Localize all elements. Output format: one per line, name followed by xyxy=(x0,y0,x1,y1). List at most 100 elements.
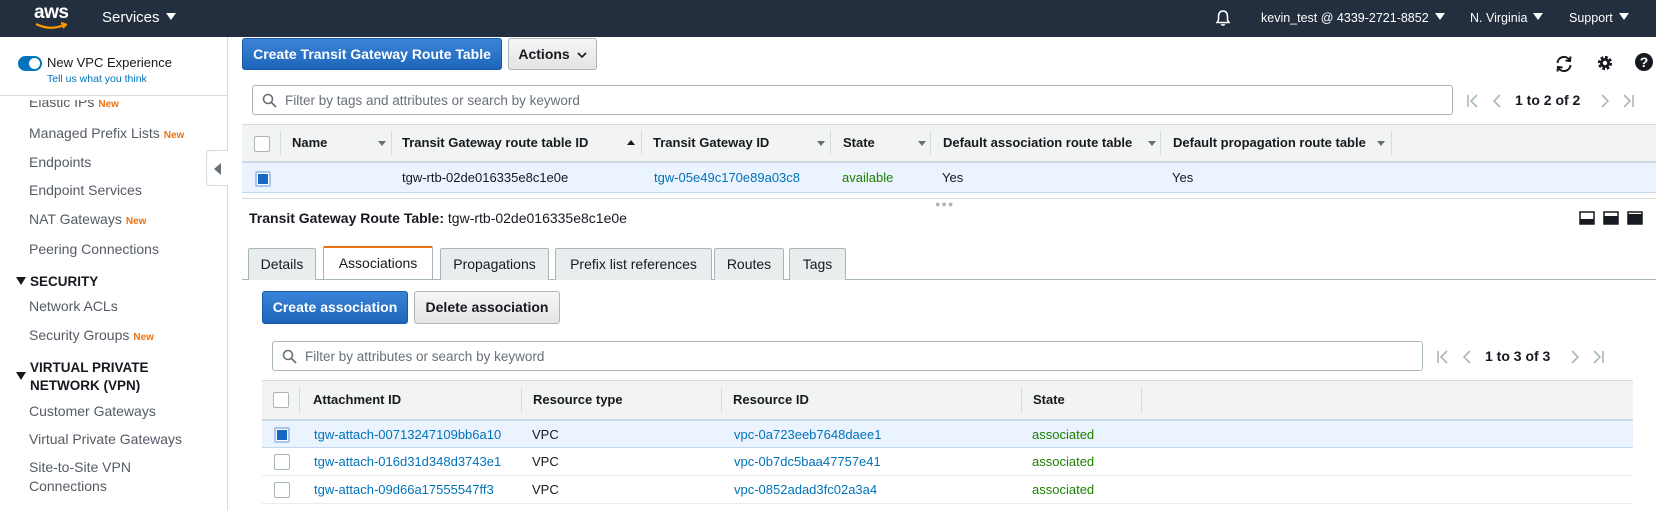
column-header-default-propagation[interactable]: Default propagation route table xyxy=(1173,125,1366,161)
row-checkbox[interactable] xyxy=(274,482,290,498)
last-page-icon[interactable] xyxy=(1621,93,1635,109)
sidebar-item-label: Connections xyxy=(29,478,107,494)
table-row[interactable]: tgw-rtb-02de016335e8c1e0e tgw-05e49c170e… xyxy=(242,162,1656,193)
cell-resource-id-link[interactable]: vpc-0852adad3fc02a3a4 xyxy=(734,476,877,503)
row-checkbox[interactable] xyxy=(274,427,290,443)
services-menu[interactable]: Services xyxy=(102,9,176,26)
services-label: Services xyxy=(102,9,160,26)
sidebar-item-network-acls[interactable]: Network ACLs xyxy=(29,298,118,314)
cell-attachment-id-link[interactable]: tgw-attach-09d66a17555547ff3 xyxy=(314,476,494,503)
panel-split-icon[interactable] xyxy=(1603,211,1619,225)
sidebar-item-elastic-ips[interactable]: Elastic IPs New xyxy=(29,100,119,110)
first-page-icon[interactable] xyxy=(1466,93,1480,109)
column-divider xyxy=(1141,388,1142,412)
create-route-table-button[interactable]: Create Transit Gateway Route Table xyxy=(242,38,502,70)
region-menu[interactable]: N. Virginia xyxy=(1470,11,1544,25)
new-vpc-experience-toggle[interactable] xyxy=(18,56,42,71)
sidebar-item-customer-gateways[interactable]: Customer Gateways xyxy=(29,403,156,419)
cell-resource-id-link[interactable]: vpc-0b7dc5baa47757e41 xyxy=(734,448,881,475)
actions-button[interactable]: Actions xyxy=(508,38,597,70)
column-header-state[interactable]: State xyxy=(843,125,875,161)
previous-page-icon[interactable] xyxy=(1490,93,1504,109)
sidebar-item-endpoints[interactable]: Endpoints xyxy=(29,154,91,170)
select-all-checkbox[interactable] xyxy=(254,136,270,152)
next-page-icon[interactable] xyxy=(1598,93,1612,109)
account-menu[interactable]: kevin_test @ 4339-2721-8852 xyxy=(1261,11,1445,25)
chevron-down-icon xyxy=(1618,13,1629,20)
column-header-attachment-id[interactable]: Attachment ID xyxy=(313,381,401,419)
association-filter-input[interactable] xyxy=(303,342,1416,370)
first-page-icon[interactable] xyxy=(1436,349,1450,365)
route-table-pager: 1 to 2 of 2 xyxy=(1466,91,1646,111)
table-row[interactable]: tgw-attach-016d31d348d3743e1 VPC vpc-0b7… xyxy=(262,448,1633,476)
panel-full-icon[interactable] xyxy=(1627,211,1643,225)
column-header-tgw-id[interactable]: Transit Gateway ID xyxy=(653,125,769,161)
bell-icon[interactable] xyxy=(1214,9,1232,27)
caret-down-icon xyxy=(16,372,26,380)
table-row[interactable]: tgw-attach-09d66a17555547ff3 VPC vpc-085… xyxy=(262,476,1633,504)
cell-state: associated xyxy=(1032,427,1095,442)
sidebar-item-security-groups[interactable]: Security Groups New xyxy=(29,327,154,343)
aws-smile-icon xyxy=(35,22,68,29)
row-checkbox[interactable] xyxy=(274,454,290,470)
sidebar-section-security[interactable]: SECURITY xyxy=(16,273,98,291)
tab-routes[interactable]: Routes xyxy=(714,248,784,280)
sidebar-item-managed-prefix-lists[interactable]: Managed Prefix Lists New xyxy=(29,125,184,141)
feedback-link[interactable]: Tell us what you think xyxy=(47,73,147,85)
sidebar-section-vpn[interactable]: VIRTUAL PRIVATE NETWORK (VPN) xyxy=(16,359,149,395)
cell-resource-id-link[interactable]: vpc-0a723eeb7648daee1 xyxy=(734,421,881,448)
sidebar-item-nat-gateways[interactable]: NAT Gateways New xyxy=(29,211,146,227)
column-header-resource-type[interactable]: Resource type xyxy=(533,381,623,419)
sidebar-item-label: Peering Connections xyxy=(29,241,159,257)
chevron-down-icon xyxy=(1533,13,1544,20)
gear-icon[interactable] xyxy=(1595,53,1615,73)
support-menu[interactable]: Support xyxy=(1569,11,1629,25)
sidebar-item-virtual-private-gateways[interactable]: Virtual Private Gateways xyxy=(29,431,182,447)
delete-association-button[interactable]: Delete association xyxy=(414,291,560,324)
section-heading: NETWORK (VPN) xyxy=(30,378,141,393)
create-association-button[interactable]: Create association xyxy=(262,291,408,324)
panel-bottom-icon[interactable] xyxy=(1579,211,1595,225)
sort-icon xyxy=(817,141,825,146)
sidebar-item-site-to-site-vpn-cont[interactable]: Connections xyxy=(29,478,107,494)
next-page-icon[interactable] xyxy=(1568,349,1582,365)
route-table-filter[interactable] xyxy=(252,85,1453,115)
table-row[interactable]: tgw-attach-00713247109bb6a10 VPC vpc-0a7… xyxy=(262,420,1633,448)
sidebar-item-endpoint-services[interactable]: Endpoint Services xyxy=(29,182,142,198)
cell-state: associated xyxy=(1032,454,1095,469)
cell-tgw-id-link[interactable]: tgw-05e49c170e89a03c8 xyxy=(654,163,800,192)
pager-text: 1 to 3 of 3 xyxy=(1485,348,1551,364)
column-header-resource-id[interactable]: Resource ID xyxy=(733,381,809,419)
cell-attachment-id-link[interactable]: tgw-attach-016d31d348d3743e1 xyxy=(314,448,501,475)
cell-resource-type: VPC xyxy=(532,482,559,497)
column-header-default-association[interactable]: Default association route table xyxy=(943,125,1132,161)
refresh-icon[interactable] xyxy=(1554,54,1574,74)
help-icon[interactable]: ? xyxy=(1634,52,1654,72)
tab-prefix-list-references[interactable]: Prefix list references xyxy=(555,248,712,280)
sidebar-item-peering-connections[interactable]: Peering Connections xyxy=(29,241,159,257)
split-pane-drag-handle[interactable]: ●●● xyxy=(935,199,954,209)
search-icon xyxy=(282,349,297,364)
route-table-filter-input[interactable] xyxy=(283,86,1446,114)
column-header-name[interactable]: Name xyxy=(292,125,327,161)
aws-logo[interactable]: aws xyxy=(34,3,74,33)
association-filter[interactable] xyxy=(272,341,1423,371)
tab-tags[interactable]: Tags xyxy=(789,248,846,280)
cell-attachment-id-link[interactable]: tgw-attach-00713247109bb6a10 xyxy=(314,421,501,448)
collapse-sidebar-button[interactable] xyxy=(206,150,228,186)
tab-propagations[interactable]: Propagations xyxy=(440,248,549,280)
row-checkbox[interactable] xyxy=(255,171,271,187)
tab-details[interactable]: Details xyxy=(248,248,316,280)
last-page-icon[interactable] xyxy=(1591,349,1605,365)
tab-associations[interactable]: Associations xyxy=(323,246,433,279)
column-header-route-table-id[interactable]: Transit Gateway route table ID xyxy=(402,125,588,161)
sidebar-item-site-to-site-vpn[interactable]: Site-to-Site VPN xyxy=(29,459,131,475)
column-header-state[interactable]: State xyxy=(1033,381,1065,419)
search-icon xyxy=(262,93,277,108)
support-label: Support xyxy=(1569,11,1613,25)
new-vpc-experience-label: New VPC Experience xyxy=(47,55,172,70)
caret-down-icon xyxy=(16,277,26,285)
aws-logo-text: aws xyxy=(34,2,69,23)
previous-page-icon[interactable] xyxy=(1460,349,1474,365)
select-all-checkbox[interactable] xyxy=(273,392,289,408)
